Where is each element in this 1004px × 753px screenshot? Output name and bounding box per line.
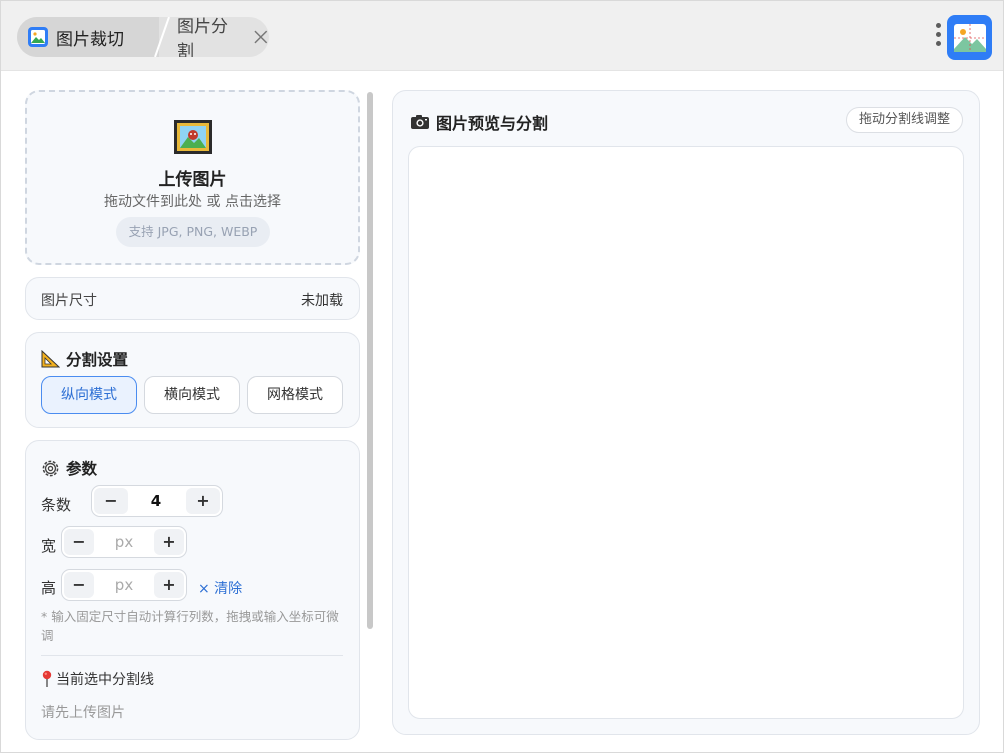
framed-picture-icon	[174, 120, 212, 154]
tab-separator	[154, 17, 170, 57]
selected-line-label: 当前选中分割线	[56, 672, 154, 688]
count-increment-button[interactable]: +	[186, 488, 220, 514]
width-increment-button[interactable]: +	[154, 529, 184, 555]
image-size-value: 未加载	[301, 293, 343, 309]
section-title: 分割设置	[66, 351, 129, 369]
gear-icon	[42, 460, 59, 476]
title-bar: 图片裁切 图片分割	[1, 1, 1003, 71]
height-stepper: − px +	[61, 569, 187, 601]
selected-line-title: 当前选中分割线	[41, 669, 154, 689]
clear-size-link[interactable]: × 清除	[198, 578, 242, 598]
split-settings-title: 分割设置	[41, 348, 128, 370]
image-size-card: 图片尺寸 未加载	[25, 277, 360, 320]
triangular-ruler-icon	[41, 350, 60, 368]
section-title: 参数	[66, 460, 98, 478]
drag-tip-badge: 拖动分割线调整	[845, 107, 963, 133]
count-stepper: − 4 +	[91, 485, 223, 517]
image-size-label: 图片尺寸	[41, 293, 97, 309]
vertical-mode-button[interactable]: 纵向模式	[41, 376, 137, 414]
split-settings-card: 分割设置 纵向模式 横向模式 网格模式	[25, 332, 360, 428]
section-title: 图片预览与分割	[436, 114, 549, 133]
height-decrement-button[interactable]: −	[64, 572, 94, 598]
image-split-icon	[953, 23, 986, 52]
count-label: 条数	[41, 496, 72, 514]
tab-label: 图片分割	[177, 17, 228, 57]
preview-canvas[interactable]	[408, 146, 964, 719]
grid-mode-button[interactable]: 网格模式	[247, 376, 343, 414]
app-logo[interactable]	[947, 15, 992, 60]
tab-strip: 图片裁切 图片分割	[17, 17, 269, 57]
count-value[interactable]: 4	[128, 486, 184, 516]
tab-label: 图片裁切	[56, 29, 124, 50]
pushpin-icon	[42, 670, 52, 687]
height-label: 高	[41, 579, 57, 597]
upload-title: 上传图片	[158, 170, 227, 190]
upload-dropzone[interactable]: 上传图片 拖动文件到此处 或 点击选择 支持 JPG, PNG, WEBP	[25, 90, 360, 265]
camera-icon	[411, 115, 429, 129]
height-increment-button[interactable]: +	[154, 572, 184, 598]
preview-panel: 图片预览与分割 拖动分割线调整	[392, 90, 980, 735]
image-app-icon	[28, 27, 48, 47]
format-badge: 支持 JPG, PNG, WEBP	[116, 217, 270, 247]
preview-title: 图片预览与分割	[410, 110, 548, 134]
width-input[interactable]: px	[94, 527, 154, 557]
params-title: 参数	[41, 457, 97, 479]
width-decrement-button[interactable]: −	[64, 529, 94, 555]
params-note: * 输入固定尺寸自动计算行列数，拖拽或输入坐标可微调	[41, 609, 339, 643]
more-menu-icon[interactable]	[932, 23, 944, 51]
height-input[interactable]: px	[94, 570, 154, 600]
app-window: 图片裁切 图片分割 上传图片 拖动文件到此处 或 点击选择 支持 JPG, PN…	[0, 0, 1004, 753]
tab-image-split[interactable]: 图片分割	[177, 17, 269, 57]
upload-hint: 拖动文件到此处 或 点击选择	[104, 194, 281, 210]
tab-image-crop[interactable]: 图片裁切	[17, 17, 159, 57]
width-label: 宽	[41, 537, 57, 555]
params-card: 参数 条数 − 4 + 宽 − px + 高 − px + × 清除 * 输入固…	[25, 440, 360, 740]
selected-line-hint: 请先上传图片	[41, 705, 125, 721]
width-stepper: − px +	[61, 526, 187, 558]
horizontal-mode-button[interactable]: 横向模式	[144, 376, 240, 414]
left-panel-scrollbar[interactable]	[367, 92, 373, 629]
close-icon[interactable]	[253, 29, 269, 45]
count-decrement-button[interactable]: −	[94, 488, 128, 514]
divider	[41, 655, 343, 656]
